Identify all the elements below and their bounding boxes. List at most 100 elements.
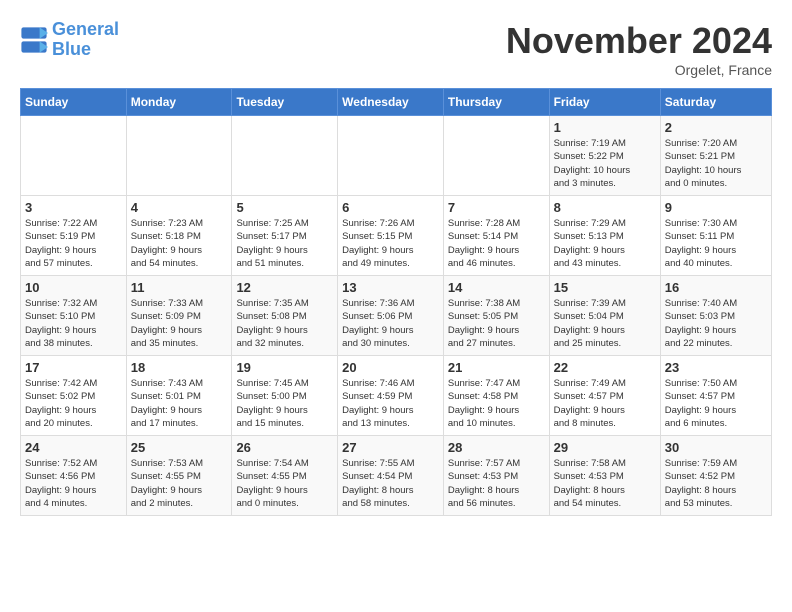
day-cell: 2Sunrise: 7:20 AM Sunset: 5:21 PM Daylig… <box>660 116 771 196</box>
day-info: Sunrise: 7:35 AM Sunset: 5:08 PM Dayligh… <box>236 297 333 350</box>
day-number: 29 <box>554 440 656 455</box>
day-cell: 7Sunrise: 7:28 AM Sunset: 5:14 PM Daylig… <box>443 196 549 276</box>
day-cell: 13 Sunrise: 7:36 AM Sunset: 5:06 PM Dayli… <box>338 276 444 356</box>
day-info: Sunrise: 7:23 AM Sunset: 5:18 PM Dayligh… <box>131 217 228 270</box>
day-info: Sunrise: 7:28 AM Sunset: 5:14 PM Dayligh… <box>448 217 545 270</box>
day-number: 21 <box>448 360 545 375</box>
day-info: Sunrise: 7:57 AM Sunset: 4:53 PM Dayligh… <box>448 457 545 510</box>
day-number: 26 <box>236 440 333 455</box>
day-number: 10 <box>25 280 122 295</box>
day-info: Sunrise: 7:42 AM Sunset: 5:02 PM Dayligh… <box>25 377 122 430</box>
day-cell: 19 Sunrise: 7:45 AM Sunset: 5:00 PM Dayli… <box>232 356 338 436</box>
day-cell: 1Sunrise: 7:19 AM Sunset: 5:22 PM Daylig… <box>549 116 660 196</box>
day-cell: 22 Sunrise: 7:49 AM Sunset: 4:57 PM Dayli… <box>549 356 660 436</box>
day-cell: 26 Sunrise: 7:54 AM Sunset: 4:55 PM Dayli… <box>232 436 338 516</box>
day-info: Sunrise: 7:26 AM Sunset: 5:15 PM Dayligh… <box>342 217 439 270</box>
day-cell <box>126 116 232 196</box>
calendar-table: SundayMondayTuesdayWednesdayThursdayFrid… <box>20 88 772 516</box>
day-number: 11 <box>131 280 228 295</box>
day-number: 19 <box>236 360 333 375</box>
day-cell: 14 Sunrise: 7:38 AM Sunset: 5:05 PM Dayli… <box>443 276 549 356</box>
day-cell: 24 Sunrise: 7:52 AM Sunset: 4:56 PM Dayli… <box>21 436 127 516</box>
col-header-saturday: Saturday <box>660 89 771 116</box>
week-row-2: 10Sunrise: 7:32 AM Sunset: 5:10 PM Dayli… <box>21 276 772 356</box>
day-cell: 9 Sunrise: 7:30 AM Sunset: 5:11 PM Daylig… <box>660 196 771 276</box>
logo-text: General Blue <box>52 20 119 60</box>
day-number: 22 <box>554 360 656 375</box>
day-number: 14 <box>448 280 545 295</box>
day-cell: 4 Sunrise: 7:23 AM Sunset: 5:18 PM Daylig… <box>126 196 232 276</box>
day-info: Sunrise: 7:29 AM Sunset: 5:13 PM Dayligh… <box>554 217 656 270</box>
day-info: Sunrise: 7:47 AM Sunset: 4:58 PM Dayligh… <box>448 377 545 430</box>
day-cell: 20 Sunrise: 7:46 AM Sunset: 4:59 PM Dayli… <box>338 356 444 436</box>
month-title: November 2024 <box>506 20 772 62</box>
col-header-friday: Friday <box>549 89 660 116</box>
day-info: Sunrise: 7:36 AM Sunset: 5:06 PM Dayligh… <box>342 297 439 350</box>
day-info: Sunrise: 7:49 AM Sunset: 4:57 PM Dayligh… <box>554 377 656 430</box>
day-number: 5 <box>236 200 333 215</box>
day-number: 2 <box>665 120 767 135</box>
day-number: 18 <box>131 360 228 375</box>
day-cell: 12Sunrise: 7:35 AM Sunset: 5:08 PM Dayli… <box>232 276 338 356</box>
day-info: Sunrise: 7:58 AM Sunset: 4:53 PM Dayligh… <box>554 457 656 510</box>
day-number: 9 <box>665 200 767 215</box>
day-info: Sunrise: 7:39 AM Sunset: 5:04 PM Dayligh… <box>554 297 656 350</box>
day-number: 4 <box>131 200 228 215</box>
day-cell: 30 Sunrise: 7:59 AM Sunset: 4:52 PM Dayli… <box>660 436 771 516</box>
logo: General Blue <box>20 20 119 60</box>
col-header-monday: Monday <box>126 89 232 116</box>
day-info: Sunrise: 7:30 AM Sunset: 5:11 PM Dayligh… <box>665 217 767 270</box>
col-header-sunday: Sunday <box>21 89 127 116</box>
day-number: 28 <box>448 440 545 455</box>
day-cell: 5 Sunrise: 7:25 AM Sunset: 5:17 PM Daylig… <box>232 196 338 276</box>
logo-icon <box>20 26 48 54</box>
day-cell <box>338 116 444 196</box>
day-info: Sunrise: 7:25 AM Sunset: 5:17 PM Dayligh… <box>236 217 333 270</box>
day-number: 15 <box>554 280 656 295</box>
week-row-1: 3Sunrise: 7:22 AM Sunset: 5:19 PM Daylig… <box>21 196 772 276</box>
day-cell: 25 Sunrise: 7:53 AM Sunset: 4:55 PM Dayli… <box>126 436 232 516</box>
logo-line1: General <box>52 19 119 39</box>
day-number: 20 <box>342 360 439 375</box>
day-number: 1 <box>554 120 656 135</box>
day-cell: 23 Sunrise: 7:50 AM Sunset: 4:57 PM Dayli… <box>660 356 771 436</box>
day-info: Sunrise: 7:33 AM Sunset: 5:09 PM Dayligh… <box>131 297 228 350</box>
day-number: 30 <box>665 440 767 455</box>
day-info: Sunrise: 7:43 AM Sunset: 5:01 PM Dayligh… <box>131 377 228 430</box>
day-cell: 10Sunrise: 7:32 AM Sunset: 5:10 PM Dayli… <box>21 276 127 356</box>
title-area: November 2024 Orgelet, France <box>506 20 772 78</box>
day-number: 3 <box>25 200 122 215</box>
day-number: 13 <box>342 280 439 295</box>
day-info: Sunrise: 7:53 AM Sunset: 4:55 PM Dayligh… <box>131 457 228 510</box>
day-number: 17 <box>25 360 122 375</box>
day-info: Sunrise: 7:40 AM Sunset: 5:03 PM Dayligh… <box>665 297 767 350</box>
col-header-wednesday: Wednesday <box>338 89 444 116</box>
day-info: Sunrise: 7:52 AM Sunset: 4:56 PM Dayligh… <box>25 457 122 510</box>
day-info: Sunrise: 7:55 AM Sunset: 4:54 PM Dayligh… <box>342 457 439 510</box>
day-cell: 3Sunrise: 7:22 AM Sunset: 5:19 PM Daylig… <box>21 196 127 276</box>
col-header-thursday: Thursday <box>443 89 549 116</box>
day-info: Sunrise: 7:59 AM Sunset: 4:52 PM Dayligh… <box>665 457 767 510</box>
day-info: Sunrise: 7:50 AM Sunset: 4:57 PM Dayligh… <box>665 377 767 430</box>
day-info: Sunrise: 7:54 AM Sunset: 4:55 PM Dayligh… <box>236 457 333 510</box>
day-cell: 8 Sunrise: 7:29 AM Sunset: 5:13 PM Daylig… <box>549 196 660 276</box>
day-number: 16 <box>665 280 767 295</box>
day-info: Sunrise: 7:46 AM Sunset: 4:59 PM Dayligh… <box>342 377 439 430</box>
week-row-0: 1Sunrise: 7:19 AM Sunset: 5:22 PM Daylig… <box>21 116 772 196</box>
day-cell <box>232 116 338 196</box>
day-number: 6 <box>342 200 439 215</box>
day-number: 23 <box>665 360 767 375</box>
day-number: 8 <box>554 200 656 215</box>
day-cell: 6 Sunrise: 7:26 AM Sunset: 5:15 PM Daylig… <box>338 196 444 276</box>
day-number: 25 <box>131 440 228 455</box>
day-cell: 27Sunrise: 7:55 AM Sunset: 4:54 PM Dayli… <box>338 436 444 516</box>
day-cell: 17 Sunrise: 7:42 AM Sunset: 5:02 PM Dayli… <box>21 356 127 436</box>
day-cell <box>21 116 127 196</box>
day-info: Sunrise: 7:38 AM Sunset: 5:05 PM Dayligh… <box>448 297 545 350</box>
col-header-tuesday: Tuesday <box>232 89 338 116</box>
day-number: 24 <box>25 440 122 455</box>
day-cell: 18 Sunrise: 7:43 AM Sunset: 5:01 PM Dayli… <box>126 356 232 436</box>
week-row-4: 24 Sunrise: 7:52 AM Sunset: 4:56 PM Dayli… <box>21 436 772 516</box>
logo-line2: Blue <box>52 39 91 59</box>
day-info: Sunrise: 7:45 AM Sunset: 5:00 PM Dayligh… <box>236 377 333 430</box>
